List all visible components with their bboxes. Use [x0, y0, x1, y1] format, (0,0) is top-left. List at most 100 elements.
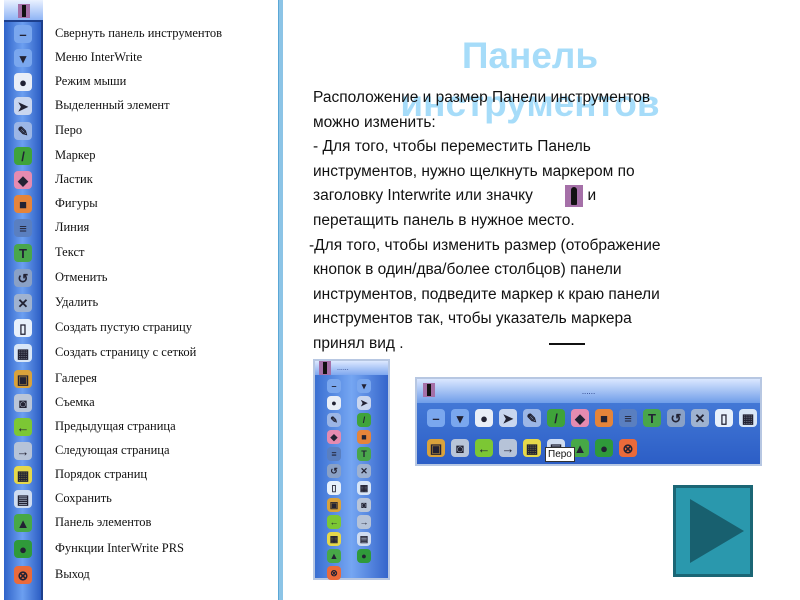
page-order-icon[interactable]: ▦ [14, 466, 32, 484]
select-arrow-icon[interactable]: ➤ [357, 396, 371, 410]
prs-icon[interactable]: ● [357, 549, 371, 563]
menu-icon[interactable]: ▾ [357, 379, 371, 393]
body-line: кнопок в один/два/более столбцов) панели [313, 261, 622, 279]
interwrite-logo-icon [17, 4, 30, 18]
tool-label: Сохранить [55, 491, 112, 505]
toolbar-header[interactable]: ...... [315, 361, 388, 375]
prev-page-icon[interactable]: ← [327, 515, 341, 529]
exit-icon[interactable]: ⊗ [14, 566, 32, 584]
prs-icon[interactable]: ● [14, 540, 32, 558]
minimize-icon[interactable]: – [427, 409, 445, 427]
gallery-icon[interactable]: ▣ [427, 439, 445, 457]
select-arrow-icon[interactable]: ➤ [499, 409, 517, 427]
next-page-icon[interactable]: → [499, 439, 517, 457]
grid-page-icon[interactable]: ▦ [357, 481, 371, 495]
body-text: принял вид . [313, 334, 404, 352]
elements-panel-icon[interactable]: ▲ [327, 549, 341, 563]
tool-label: Создать страницу с сеткой [55, 345, 197, 359]
delete-icon[interactable]: ✕ [14, 294, 32, 312]
gallery-icon[interactable]: ▣ [327, 498, 341, 512]
text-icon[interactable]: T [357, 447, 371, 461]
tool-label: Маркер [55, 148, 96, 162]
body-text: и [583, 187, 597, 205]
eraser-icon[interactable]: ◆ [571, 409, 589, 427]
tool-label: Меню InterWrite [55, 50, 143, 64]
play-icon [690, 499, 744, 563]
toolbar-header[interactable] [4, 0, 43, 22]
blank-page-icon[interactable]: ▯ [327, 481, 341, 495]
prs-icon[interactable]: ● [595, 439, 613, 457]
elements-panel-icon[interactable]: ▲ [14, 514, 32, 532]
tool-label: Выделенный элемент [55, 98, 170, 112]
prev-page-icon[interactable]: ← [475, 439, 493, 457]
line-icon[interactable]: ≡ [327, 447, 341, 461]
save-icon[interactable]: ▤ [14, 490, 32, 508]
eraser-icon[interactable]: ◆ [327, 430, 341, 444]
next-page-icon[interactable]: → [357, 515, 371, 529]
camera-icon[interactable]: ◙ [357, 498, 371, 512]
tool-label: Панель элементов [55, 515, 152, 529]
gallery-icon[interactable]: ▣ [14, 370, 32, 388]
toolbar-header[interactable]: ...... [417, 379, 760, 403]
grid-page-icon[interactable]: ▦ [739, 409, 757, 427]
shapes-icon[interactable]: ■ [595, 409, 613, 427]
grip[interactable]: ...... [582, 387, 595, 396]
grid-page-icon[interactable]: ▦ [14, 344, 32, 362]
body-line: инструментов, подведите маркер к краю па… [313, 285, 660, 303]
marker-icon[interactable]: / [547, 409, 565, 427]
tool-label: Создать пустую страницу [55, 320, 192, 334]
next-slide-button[interactable] [673, 485, 753, 577]
text-icon[interactable]: T [643, 409, 661, 427]
mouse-icon[interactable]: ● [14, 73, 32, 91]
tool-label: Порядок страниц [55, 467, 148, 481]
mouse-icon[interactable]: ● [327, 396, 341, 410]
delete-icon[interactable]: ✕ [357, 464, 371, 478]
toolbar-horizontal: ......–▾●➤✎/◆■≡T↺✕▯▦▣◙←→▦▤▲●⊗ [415, 377, 762, 466]
page-order-icon[interactable]: ▦ [327, 532, 341, 546]
marker-icon[interactable]: / [357, 413, 371, 427]
body-line: инструментов, нужно щелкнуть маркером по [313, 162, 635, 180]
tool-label: Линия [55, 220, 90, 234]
text-icon[interactable]: T [14, 244, 32, 262]
tool-label: Свернуть панель инструментов [55, 26, 223, 40]
undo-icon[interactable]: ↺ [667, 409, 685, 427]
camera-icon[interactable]: ◙ [451, 439, 469, 457]
tool-label: Функции InterWrite PRS [55, 541, 184, 555]
pen-icon[interactable]: ✎ [327, 413, 341, 427]
delete-icon[interactable]: ✕ [691, 409, 709, 427]
line-icon[interactable]: ≡ [619, 409, 637, 427]
exit-icon[interactable]: ⊗ [619, 439, 637, 457]
grip[interactable]: ...... [337, 365, 349, 372]
undo-icon[interactable]: ↺ [327, 464, 341, 478]
toolbar-vertical-full: – ▾ ● ➤ ✎ / ◆ ■ ≡ T ↺ ✕ ▯ ▦ ▣ ◙ ← → ▦ ▤ ▲ ● ⊗ [4, 0, 43, 600]
exit-icon[interactable]: ⊗ [327, 566, 341, 580]
pen-icon[interactable]: ✎ [14, 122, 32, 140]
prev-page-icon[interactable]: ← [14, 418, 32, 436]
tool-label: Следующая страница [55, 443, 170, 457]
camera-icon[interactable]: ◙ [14, 394, 32, 412]
shapes-icon[interactable]: ■ [14, 195, 32, 213]
save-icon[interactable]: ▤ [357, 532, 371, 546]
undo-icon[interactable]: ↺ [14, 269, 32, 287]
line-icon[interactable]: ≡ [14, 219, 32, 237]
minimize-icon[interactable]: – [327, 379, 341, 393]
blank-page-icon[interactable]: ▯ [14, 319, 32, 337]
tool-label: Текст [55, 245, 85, 259]
shapes-icon[interactable]: ■ [357, 430, 371, 444]
marker-icon[interactable]: / [14, 147, 32, 165]
body-line: - Для того, чтобы переместить Панель [313, 138, 591, 156]
next-page-icon[interactable]: → [14, 442, 32, 460]
menu-icon[interactable]: ▾ [451, 409, 469, 427]
blank-page-icon[interactable]: ▯ [715, 409, 733, 427]
eraser-icon[interactable]: ◆ [14, 171, 32, 189]
page-order-icon[interactable]: ▦ [523, 439, 541, 457]
body-line: заголовку Interwrite или значку и [313, 184, 763, 209]
select-arrow-icon[interactable]: ➤ [14, 97, 32, 115]
minimize-icon[interactable]: – [14, 25, 32, 43]
menu-icon[interactable]: ▾ [14, 49, 32, 67]
tool-label: Ластик [55, 172, 93, 186]
toolbar-two-column: ...... – ▾ ● ➤ ✎ / ◆ ■ ≡ T ↺ ✕ ▯ ▦ ▣ ◙ ← → ▦ ▤ ▲ ● ⊗ [313, 359, 390, 580]
mouse-icon[interactable]: ● [475, 409, 493, 427]
pen-icon[interactable]: ✎ [523, 409, 541, 427]
divider [278, 0, 283, 600]
